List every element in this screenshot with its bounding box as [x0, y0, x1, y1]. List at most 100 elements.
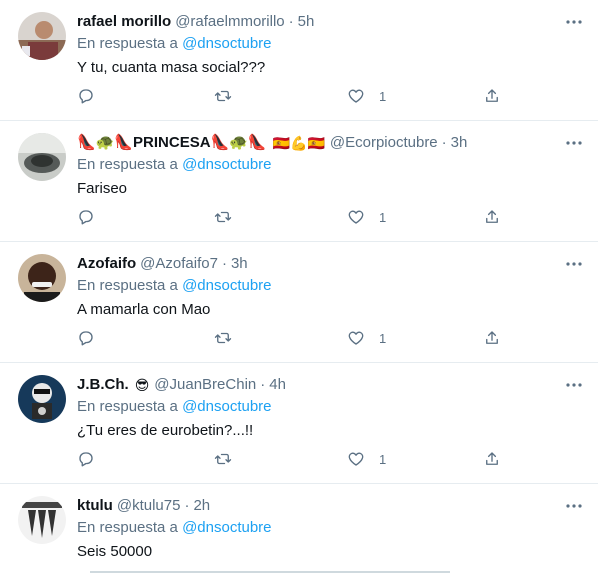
tweet-actions: 1	[77, 449, 507, 469]
retweet-icon	[214, 90, 232, 102]
reply-icon	[79, 89, 93, 104]
more-icon[interactable]	[564, 496, 584, 516]
reply-button[interactable]	[77, 86, 95, 106]
reply-icon	[79, 331, 93, 346]
reply-prefix: En respuesta a	[77, 398, 178, 415]
tweet-text: ¿Tu eres de eurobetin?...!!	[77, 422, 254, 439]
user-handle[interactable]: @ktulu75	[117, 496, 181, 516]
display-name[interactable]: 👠🐢👠PRINCESA👠🐢👠	[77, 133, 267, 153]
user-handle[interactable]: @rafaelmmorillo	[175, 12, 284, 32]
reply-mention[interactable]: @dnsoctubre	[182, 156, 271, 173]
separator-dot: ·	[221, 255, 227, 272]
share-icon	[486, 89, 498, 102]
heart-icon	[348, 452, 364, 466]
tweet-text: Seis 50000	[77, 543, 153, 560]
more-icon[interactable]	[564, 254, 584, 274]
more-icon[interactable]	[564, 375, 584, 395]
display-name[interactable]: Azofaifo	[77, 254, 136, 274]
timestamp[interactable]: 3h	[451, 133, 468, 153]
tweet[interactable]: J.B.Ch. 😎 @JuanBreChin · 4h En respuesta…	[0, 363, 598, 484]
retweet-button[interactable]	[214, 207, 232, 227]
avatar[interactable]	[18, 133, 66, 181]
timestamp[interactable]: 5h	[298, 12, 315, 32]
avatar[interactable]	[18, 12, 66, 60]
tweet-actions: 1	[77, 86, 507, 106]
tweet-header: rafael morillo @rafaelmmorillo · 5h	[77, 12, 582, 32]
user-handle[interactable]: @Azofaifo7	[140, 254, 218, 274]
display-name[interactable]: ktulu	[77, 496, 113, 516]
timestamp[interactable]: 4h	[269, 375, 286, 395]
reply-mention[interactable]: @dnsoctubre	[182, 35, 271, 52]
heart-icon	[348, 331, 364, 345]
like-count: 1	[379, 88, 387, 104]
timestamp[interactable]: 2h	[193, 496, 210, 516]
like-count: 1	[379, 451, 387, 467]
reply-feed: rafael morillo @rafaelmmorillo · 5h En r…	[0, 0, 598, 574]
timestamp[interactable]: 3h	[231, 254, 248, 274]
tweet-text: A mamarla con Mao	[77, 301, 211, 318]
tweet-text: Fariseo	[77, 180, 128, 197]
retweet-button[interactable]	[214, 86, 232, 106]
share-icon	[486, 452, 498, 465]
reply-button[interactable]	[77, 207, 95, 227]
tweet-header: ktulu @ktulu75 · 2h	[77, 496, 582, 516]
retweet-icon	[214, 453, 232, 465]
like-button[interactable]: 1	[347, 449, 386, 469]
tweet-header: Azofaifo @Azofaifo7 · 3h	[77, 254, 582, 274]
retweet-button[interactable]	[214, 449, 232, 469]
heart-icon	[348, 89, 364, 103]
name-emojis: 😎	[134, 377, 150, 393]
reply-mention[interactable]: @dnsoctubre	[182, 398, 271, 415]
separator-dot: ·	[184, 497, 190, 514]
share-icon	[486, 331, 498, 344]
avatar[interactable]	[18, 375, 66, 423]
share-button[interactable]	[483, 207, 501, 227]
tweet-actions: 1	[77, 328, 507, 348]
separator-dot: ·	[441, 134, 447, 151]
tweet[interactable]: Azofaifo @Azofaifo7 · 3h En respuesta a …	[0, 242, 598, 363]
tweet[interactable]: 👠🐢👠PRINCESA👠🐢👠 🇪🇸💪🇪🇸 @Ecorpioctubre · 3h…	[0, 121, 598, 242]
name-emojis: 🇪🇸💪🇪🇸	[272, 135, 325, 151]
user-handle[interactable]: @JuanBreChin	[154, 375, 256, 395]
share-button[interactable]	[483, 449, 501, 469]
avatar[interactable]	[18, 254, 66, 302]
reply-context: En respuesta a @dnsoctubre	[77, 518, 582, 538]
tweet[interactable]: rafael morillo @rafaelmmorillo · 5h En r…	[0, 0, 598, 121]
reply-context: En respuesta a @dnsoctubre	[77, 397, 582, 417]
share-icon	[486, 210, 498, 223]
reply-mention[interactable]: @dnsoctubre	[182, 519, 271, 536]
more-icon[interactable]	[564, 133, 584, 153]
like-button[interactable]: 1	[347, 86, 386, 106]
reply-prefix: En respuesta a	[77, 519, 178, 536]
tweet[interactable]: ktulu @ktulu75 · 2h En respuesta a @dnso…	[0, 484, 598, 574]
user-handle[interactable]: @Ecorpioctubre	[330, 133, 438, 153]
reply-icon	[79, 452, 93, 467]
reply-prefix: En respuesta a	[77, 277, 178, 294]
avatar[interactable]	[18, 496, 66, 544]
retweet-icon	[214, 211, 232, 223]
tweet-header: 👠🐢👠PRINCESA👠🐢👠 🇪🇸💪🇪🇸 @Ecorpioctubre · 3h	[77, 133, 582, 153]
separator-dot: ·	[288, 13, 294, 30]
reply-context: En respuesta a @dnsoctubre	[77, 276, 582, 296]
more-icon[interactable]	[564, 12, 584, 32]
like-button[interactable]: 1	[347, 328, 386, 348]
share-button[interactable]	[483, 328, 501, 348]
retweet-button[interactable]	[214, 328, 232, 348]
display-name[interactable]: J.B.Ch.	[77, 375, 129, 395]
reply-prefix: En respuesta a	[77, 35, 178, 52]
display-name[interactable]: rafael morillo	[77, 12, 171, 32]
reply-prefix: En respuesta a	[77, 156, 178, 173]
reply-context: En respuesta a @dnsoctubre	[77, 34, 582, 54]
reply-context: En respuesta a @dnsoctubre	[77, 155, 582, 175]
reply-icon	[79, 210, 93, 225]
separator-dot: ·	[260, 376, 266, 393]
like-button[interactable]: 1	[347, 207, 386, 227]
reply-button[interactable]	[77, 328, 95, 348]
tweet-actions: 1	[77, 207, 507, 227]
reply-button[interactable]	[77, 449, 95, 469]
share-button[interactable]	[483, 86, 501, 106]
retweet-icon	[214, 332, 232, 344]
reply-mention[interactable]: @dnsoctubre	[182, 277, 271, 294]
tweet-text: Y tu, cuanta masa social???	[77, 59, 266, 76]
tweet-header: J.B.Ch. 😎 @JuanBreChin · 4h	[77, 375, 582, 395]
